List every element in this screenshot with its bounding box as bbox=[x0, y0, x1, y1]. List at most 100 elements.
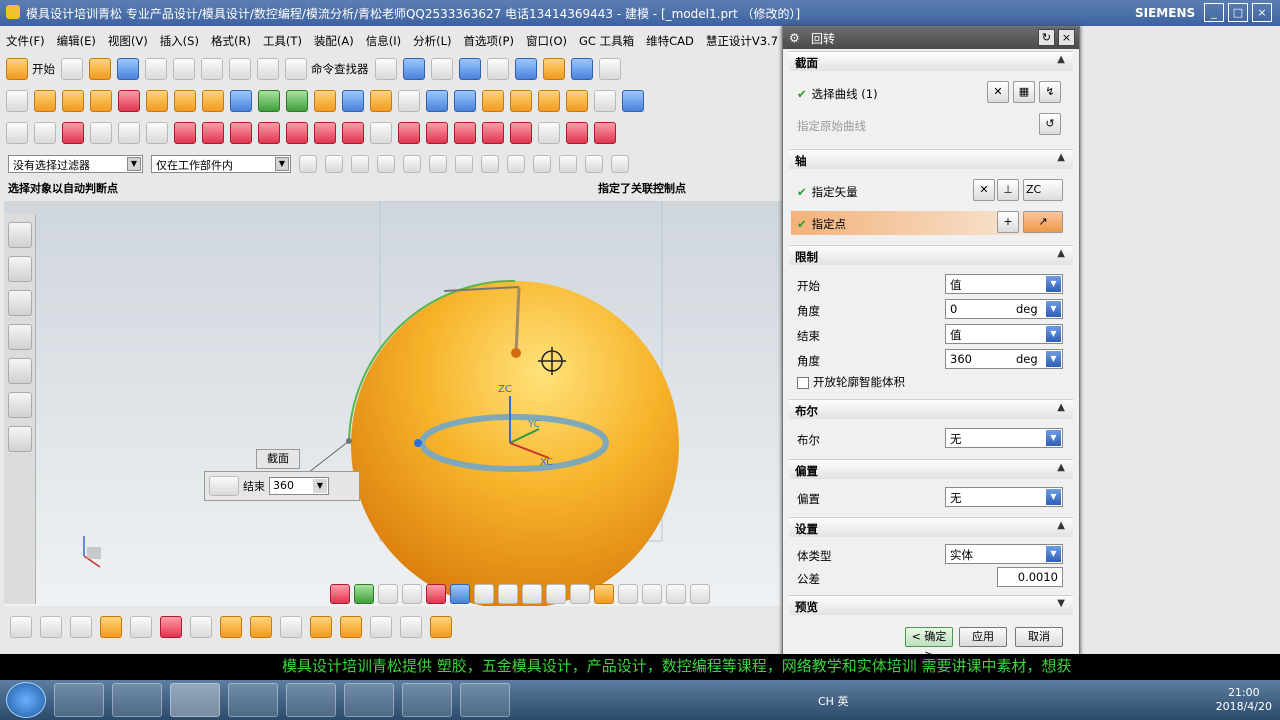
apply-button[interactable]: 应用 bbox=[959, 627, 1007, 647]
settings-more-icon[interactable] bbox=[430, 616, 452, 638]
scope-filter-select[interactable]: 仅在工作部件内 ▼ bbox=[151, 155, 291, 173]
cross-section-icon[interactable] bbox=[666, 584, 686, 604]
menu-gc-toolbox[interactable]: GC 工具箱 bbox=[579, 33, 634, 49]
start-icon[interactable] bbox=[6, 58, 28, 80]
menu-window[interactable]: 窗口(O) bbox=[526, 33, 567, 49]
start-angle-input[interactable]: 0 deg ▼ bbox=[945, 299, 1063, 319]
thicken-icon[interactable] bbox=[594, 90, 616, 112]
taskbar-app-explorer[interactable] bbox=[286, 683, 336, 717]
menu-edit[interactable]: 编辑(E) bbox=[57, 33, 96, 49]
project-curve-icon[interactable] bbox=[258, 122, 280, 144]
taskbar-app-editor[interactable] bbox=[112, 683, 162, 717]
chevron-down-icon[interactable]: ▼ bbox=[275, 157, 289, 171]
midpoint-icon[interactable] bbox=[351, 155, 369, 173]
section-header-axis[interactable]: 轴 ▲ bbox=[789, 149, 1073, 169]
dynamic-end-input[interactable]: 360 ▼ bbox=[269, 477, 329, 495]
graphics-viewport[interactable]: ZC YC XC bbox=[4, 200, 782, 609]
draft-icon[interactable] bbox=[538, 90, 560, 112]
section-header-offset[interactable]: 偏置 ▲ bbox=[789, 459, 1073, 479]
menu-weite-cad[interactable]: 维特CAD bbox=[646, 33, 694, 49]
reuse-library-icon[interactable] bbox=[7, 324, 32, 350]
subtract-icon[interactable] bbox=[286, 90, 308, 112]
wcs-icon[interactable] bbox=[190, 616, 212, 638]
curve-rule-icon[interactable]: ▦ bbox=[1013, 81, 1035, 103]
reverse-direction-icon[interactable]: ↯ bbox=[1039, 81, 1061, 103]
trim-body-icon[interactable] bbox=[314, 90, 336, 112]
point-on-face-icon[interactable] bbox=[533, 155, 551, 173]
selection-icon[interactable] bbox=[330, 584, 350, 604]
taskbar-app-recorder[interactable] bbox=[402, 683, 452, 717]
bounded-grid-icon[interactable] bbox=[559, 155, 577, 173]
assembly-navigator-icon[interactable] bbox=[7, 222, 32, 248]
color-select-icon[interactable] bbox=[450, 584, 470, 604]
replace-face-icon[interactable] bbox=[220, 616, 242, 638]
clear-snap-icon[interactable] bbox=[611, 155, 629, 173]
control-point-icon[interactable] bbox=[377, 155, 395, 173]
extend-curve-icon[interactable] bbox=[426, 122, 448, 144]
feature-parameters-icon[interactable] bbox=[40, 616, 62, 638]
collapse-icon[interactable]: ▲ bbox=[1057, 248, 1065, 259]
menu-view[interactable]: 视图(V) bbox=[108, 33, 148, 49]
endpoint-icon[interactable] bbox=[325, 155, 343, 173]
spectrum-icon[interactable] bbox=[594, 584, 614, 604]
feature-point-icon[interactable] bbox=[354, 584, 374, 604]
cube-view-icon[interactable] bbox=[514, 58, 537, 80]
chamfer-curve-icon[interactable] bbox=[510, 122, 532, 144]
split-body-icon[interactable] bbox=[398, 90, 420, 112]
select-curve-row[interactable]: ✔ 选择曲线 (1) ✕ ▦ ↯ bbox=[795, 81, 1067, 105]
ellipse-icon[interactable] bbox=[174, 122, 196, 144]
chevron-down-icon[interactable]: ▼ bbox=[1046, 276, 1061, 292]
divide-curve-icon[interactable] bbox=[454, 122, 476, 144]
trim-curve-icon[interactable] bbox=[398, 122, 420, 144]
save-icon[interactable] bbox=[117, 58, 139, 80]
point-dialog-icon[interactable]: + bbox=[997, 211, 1019, 233]
menu-insert[interactable]: 插入(S) bbox=[160, 33, 199, 49]
datum-plane-icon[interactable] bbox=[342, 90, 364, 112]
redo-icon[interactable] bbox=[257, 58, 279, 80]
down-arrow-icon[interactable]: ▼ bbox=[1046, 301, 1061, 317]
taskbar-app-tool[interactable] bbox=[460, 683, 510, 717]
menu-assembly[interactable]: 装配(A) bbox=[314, 33, 354, 49]
section-header-boolean[interactable]: 布尔 ▲ bbox=[789, 399, 1073, 419]
chamfer-icon[interactable] bbox=[174, 90, 196, 112]
clock-icon[interactable] bbox=[7, 426, 32, 452]
measure-icon[interactable] bbox=[370, 616, 392, 638]
law-curve-icon[interactable] bbox=[594, 122, 616, 144]
menu-file[interactable]: 文件(F) bbox=[6, 33, 45, 49]
intersection-icon[interactable] bbox=[403, 155, 421, 173]
sketch-constraint-icon[interactable] bbox=[642, 584, 662, 604]
chevron-down-icon[interactable]: ▼ bbox=[127, 157, 141, 171]
model-canvas[interactable]: ZC YC XC bbox=[4, 200, 782, 609]
face-select-icon[interactable] bbox=[402, 584, 422, 604]
section-curve-icon[interactable] bbox=[370, 122, 392, 144]
specify-point-row[interactable]: ✔ 指定点 + ↗ bbox=[791, 211, 1071, 235]
taskbar-app-nx[interactable] bbox=[170, 683, 220, 717]
hand-icon[interactable] bbox=[542, 58, 565, 80]
blend-icon[interactable] bbox=[146, 90, 168, 112]
deviation-icon[interactable] bbox=[618, 584, 638, 604]
command-finder-icon[interactable] bbox=[285, 58, 307, 80]
offset-curve-icon[interactable] bbox=[230, 122, 252, 144]
spline-icon[interactable] bbox=[202, 122, 224, 144]
specify-vector-row[interactable]: ✔ 指定矢量 ✕ ⊥ ZC bbox=[795, 179, 1067, 203]
body-type-select[interactable]: 实体 ▼ bbox=[945, 544, 1063, 564]
taskbar-app-green[interactable] bbox=[228, 683, 278, 717]
edit-curve-icon[interactable] bbox=[538, 122, 560, 144]
ok-button[interactable]: < 确定 > bbox=[905, 627, 953, 661]
reverse-vector-icon[interactable]: ✕ bbox=[973, 179, 995, 201]
shell-icon[interactable] bbox=[202, 90, 224, 112]
rectangle-icon[interactable] bbox=[90, 122, 112, 144]
layout-icon[interactable] bbox=[400, 616, 422, 638]
history-icon[interactable] bbox=[7, 392, 32, 418]
edit-feature-icon[interactable] bbox=[10, 616, 32, 638]
line2-icon[interactable] bbox=[34, 122, 56, 144]
revolve-icon[interactable] bbox=[62, 90, 84, 112]
chevron-down-icon[interactable]: ▼ bbox=[1046, 430, 1061, 446]
open-profile-row[interactable]: 开放轮廓智能体积 bbox=[795, 372, 1067, 396]
menu-format[interactable]: 格式(R) bbox=[211, 33, 251, 49]
point-type-dropdown[interactable]: ↗ bbox=[1023, 211, 1063, 233]
more-tools-icon[interactable] bbox=[690, 584, 710, 604]
tolerance-input[interactable]: 0.0010 bbox=[997, 567, 1063, 587]
revolved-sphere[interactable] bbox=[351, 281, 679, 609]
existing-point-icon[interactable] bbox=[481, 155, 499, 173]
